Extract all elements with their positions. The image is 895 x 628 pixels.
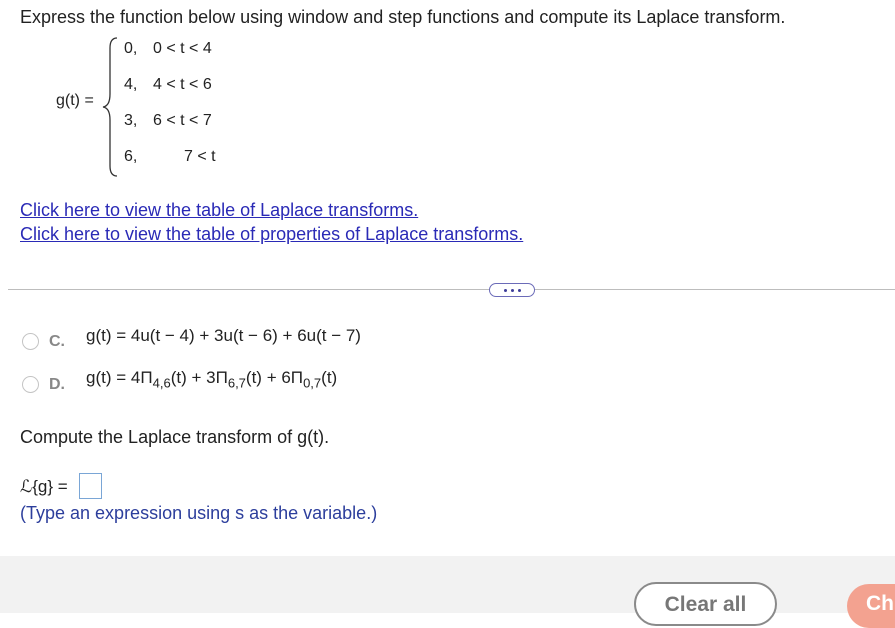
option-d-text[interactable]: g(t) = 4Π4,6(t) + 3Π6,7(t) + 6Π0,7(t) (86, 368, 337, 390)
case-value: 3, (124, 112, 138, 129)
left-brace-icon (102, 37, 118, 177)
dot-icon (517, 288, 521, 292)
case-condition: 6 < t < 7 (153, 112, 212, 129)
case-value: 0, (124, 40, 138, 57)
answer-input[interactable] (79, 473, 102, 499)
laplace-properties-link[interactable]: Click here to view the table of properti… (20, 224, 523, 245)
option-d-term-arg: (t) (245, 368, 262, 387)
section-divider (8, 289, 895, 290)
dot-icon (503, 288, 507, 292)
option-d-term-coef: + 6Π (261, 368, 304, 387)
option-d-term-coef: 4Π (130, 368, 153, 387)
part2-prompt: Compute the Laplace transform of g(t). (20, 427, 330, 447)
option-d-term-arg: (t) (321, 368, 338, 387)
check-answer-button[interactable]: Ch (847, 584, 895, 628)
answer-hint: (Type an expression using s as the varia… (20, 503, 378, 523)
case-condition: 4 < t < 6 (153, 76, 212, 93)
option-d-letter: D. (49, 376, 65, 393)
option-d-term-arg: (t) (170, 368, 187, 387)
laplace-label: ℒ{g} = (20, 477, 68, 496)
dot-icon (510, 288, 514, 292)
case-condition: 0 < t < 4 (153, 40, 212, 57)
option-d-term-sub: 4,6 (152, 375, 171, 391)
option-c-radio[interactable] (22, 333, 39, 350)
clear-all-button[interactable]: Clear all (634, 582, 777, 626)
case-value: 6, (124, 148, 138, 165)
option-d-radio[interactable] (22, 376, 39, 393)
laplace-table-link[interactable]: Click here to view the table of Laplace … (20, 200, 418, 221)
case-value: 4, (124, 76, 138, 93)
option-c-letter: C. (49, 333, 65, 350)
option-c-text[interactable]: g(t) = 4u(t − 4) + 3u(t − 6) + 6u(t − 7) (86, 326, 361, 346)
show-more-button[interactable] (489, 283, 535, 297)
question-title: Express the function below using window … (20, 7, 786, 27)
case-condition: 7 < t (184, 148, 216, 165)
option-d-term-coef: + 3Π (186, 368, 228, 387)
option-d-term-sub: 6,7 (227, 375, 246, 391)
option-d-prefix: g(t) = (86, 368, 131, 387)
option-d-term-sub: 0,7 (303, 375, 322, 391)
function-label: g(t) = (56, 92, 94, 109)
